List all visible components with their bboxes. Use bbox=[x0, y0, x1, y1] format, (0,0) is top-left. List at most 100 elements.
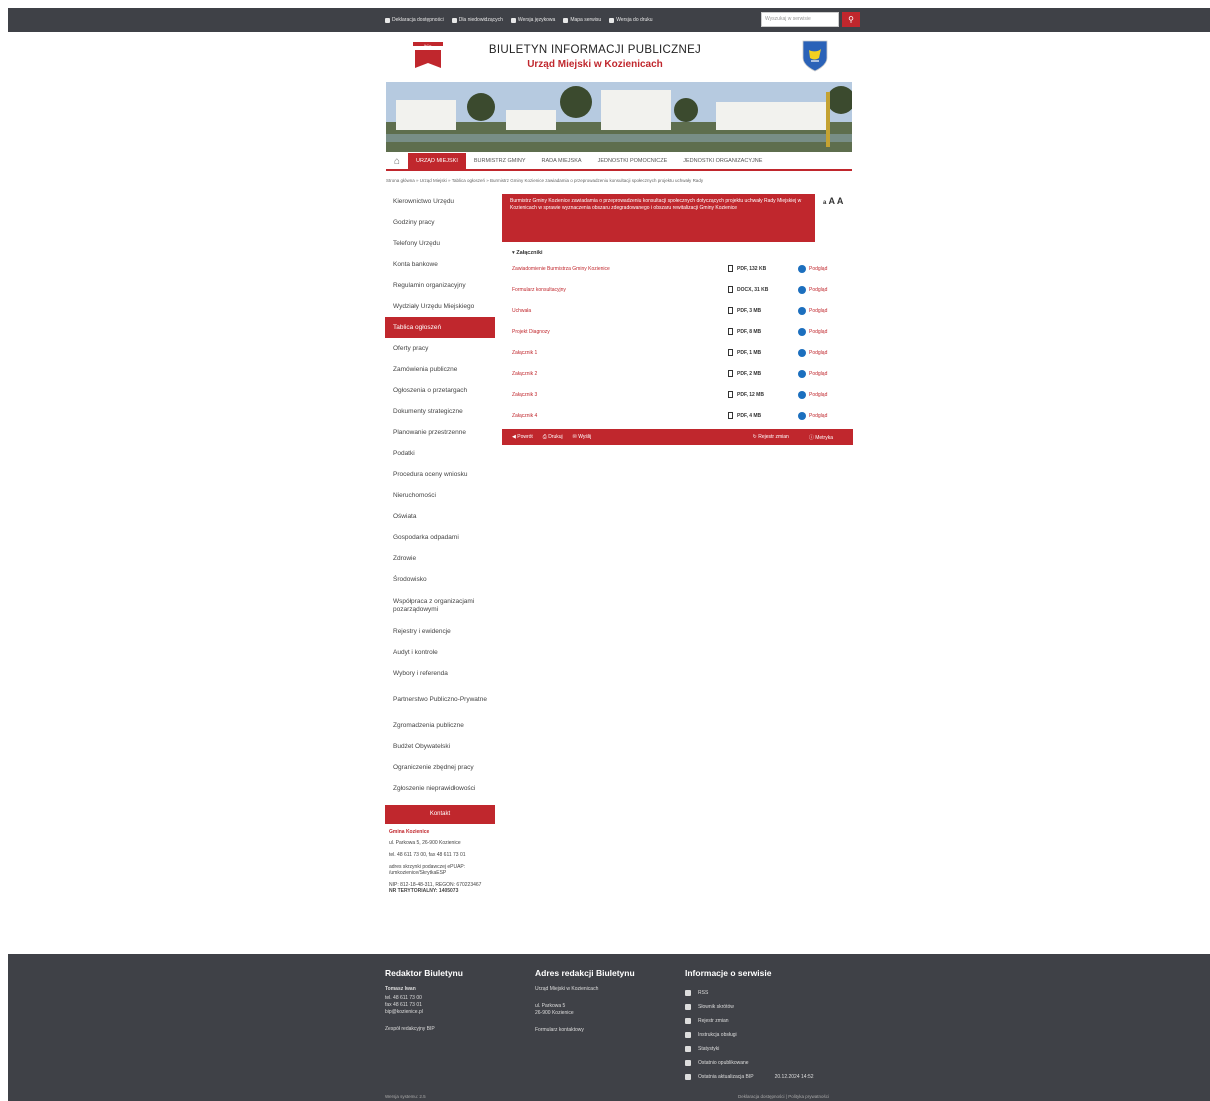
nav-item-rada-miejska[interactable]: RADA MIEJSKA bbox=[534, 153, 590, 170]
attachment-link[interactable]: Załącznik 4 bbox=[512, 413, 728, 419]
sidebar-item[interactable]: Podatki bbox=[385, 443, 495, 464]
page-title: BIULETYN INFORMACJI PUBLICZNEJ bbox=[488, 44, 702, 56]
nav-item-jednostki-organizacyjne[interactable]: JEDNOSTKI ORGANIZACYJNE bbox=[675, 153, 770, 170]
footer-contact-form-link[interactable]: Formularz kontaktowy bbox=[535, 1027, 675, 1034]
attachment-link[interactable]: Zawiadomienie Burmistrza Gminy Kozienice bbox=[512, 266, 728, 272]
attachment-size: PDF, 4 MB bbox=[728, 412, 798, 419]
sidebar-item[interactable]: Oferty pracy bbox=[385, 338, 495, 359]
sidebar-menu: Kierownictwo Urzędu Godziny pracy Telefony… bbox=[385, 191, 495, 905]
sidebar-item[interactable]: Zgromadzenia publiczne bbox=[385, 715, 495, 736]
attachment-preview-link[interactable]: Podgląd bbox=[798, 411, 827, 420]
footer-editor-email[interactable]: bip@kozienice.pl bbox=[385, 1009, 525, 1016]
sidebar-item[interactable]: Dokumenty strategiczne bbox=[385, 401, 495, 422]
sidebar-item[interactable]: Zgłoszenie nieprawidłowości bbox=[385, 778, 495, 799]
font-size-small[interactable]: a bbox=[823, 200, 826, 206]
attachment-preview-link[interactable]: Podgląd bbox=[798, 264, 827, 273]
palace-illustration bbox=[386, 82, 852, 152]
font-size-controls: a A A bbox=[823, 196, 843, 206]
sidebar-item[interactable]: Wybory i referenda bbox=[385, 663, 495, 684]
file-icon bbox=[728, 265, 733, 272]
sitemap-icon bbox=[563, 17, 569, 23]
sidebar-item[interactable]: Zdrowie bbox=[385, 548, 495, 569]
back-button[interactable]: ◀ Powrót bbox=[512, 434, 533, 440]
sidebar-item[interactable]: Tablica ogłoszeń bbox=[385, 317, 495, 338]
footer-service-item[interactable]: Instrukcja obsługi bbox=[685, 1028, 865, 1042]
toplink-accessibility-declaration[interactable]: Deklaracja dostępności bbox=[385, 17, 444, 23]
toplink-language[interactable]: Wersja językowa bbox=[510, 17, 555, 23]
attachments-title: Załączniki bbox=[516, 250, 543, 256]
attachment-link[interactable]: Projekt Diagnozy bbox=[512, 329, 728, 335]
footer-service-item[interactable]: Rejestr zmian bbox=[685, 1014, 865, 1028]
attachment-link[interactable]: Załącznik 3 bbox=[512, 392, 728, 398]
sidebar-item[interactable]: Partnerstwo Publiczno-Prywatne bbox=[385, 684, 495, 715]
attachment-row: Projekt Diagnozy PDF, 8 MB Podgląd bbox=[512, 321, 842, 342]
footer-service-item[interactable]: Statystyki bbox=[685, 1042, 865, 1056]
search-input[interactable]: Wyszukaj w serwisie bbox=[761, 12, 839, 27]
footer-bottom-links[interactable]: Deklaracja dostępności | Polityka prywat… bbox=[738, 1094, 829, 1099]
nav-item-urzad-miejski[interactable]: URZĄD MIEJSKI bbox=[408, 153, 466, 170]
metrics-button[interactable]: ⓘ Metryka bbox=[809, 434, 833, 441]
toplink-print[interactable]: Wersja do druku bbox=[609, 17, 653, 23]
attachment-row: Uchwała PDF, 3 MB Podgląd bbox=[512, 300, 842, 321]
attachment-link[interactable]: Załącznik 2 bbox=[512, 371, 728, 377]
bip-logo[interactable]: bip bbox=[413, 42, 443, 72]
contact-button[interactable]: Kontakt bbox=[385, 805, 495, 824]
search-button[interactable]: ⚲ bbox=[842, 12, 860, 27]
contact-line: tel. 48 611 73 00, fax 48 611 73 01 bbox=[389, 852, 466, 858]
attachment-preview-link[interactable]: Podgląd bbox=[798, 348, 827, 357]
footer-version: Wersja systemu: 2.5 bbox=[385, 1094, 426, 1099]
sidebar-item[interactable]: Kierownictwo Urzędu bbox=[385, 191, 495, 212]
sidebar-item[interactable]: Rejestry i ewidencje bbox=[385, 621, 495, 642]
print-button[interactable]: ⎙ Drukuj bbox=[543, 434, 563, 440]
attachment-preview-link[interactable]: Podgląd bbox=[798, 306, 827, 315]
font-size-large[interactable]: A bbox=[837, 196, 844, 206]
attachment-link[interactable]: Uchwała bbox=[512, 308, 728, 314]
sidebar-item[interactable]: Zamówienia publiczne bbox=[385, 359, 495, 380]
footer-service-item[interactable]: Ostatnia aktualizacja BIP 20.12.2024 14:5… bbox=[685, 1070, 865, 1084]
header-banner-photo bbox=[386, 82, 852, 152]
page-subtitle: Urząd Miejski w Kozienicach bbox=[527, 59, 663, 70]
send-button[interactable]: ✉ Wyślij bbox=[573, 434, 592, 440]
history-button[interactable]: ↻ Rejestr zmian bbox=[753, 434, 789, 441]
sidebar-item[interactable]: Gospodarka odpadami bbox=[385, 527, 495, 548]
footer-editor-line: tel. 48 611 73 00 bbox=[385, 995, 422, 1001]
sidebar-item[interactable]: Nieruchomości bbox=[385, 485, 495, 506]
footer-service-item[interactable]: Słownik skrótów bbox=[685, 1000, 865, 1014]
attachment-link[interactable]: Formularz konsultacyjny bbox=[512, 287, 728, 293]
sidebar-item[interactable]: Środowisko bbox=[385, 569, 495, 590]
sidebar-item[interactable]: Wydziały Urzędu Miejskiego bbox=[385, 296, 495, 317]
file-icon bbox=[728, 370, 733, 377]
attachment-link[interactable]: Załącznik 1 bbox=[512, 350, 728, 356]
sidebar-item[interactable]: Ograniczenie zbędnej pracy bbox=[385, 757, 495, 778]
sidebar-item[interactable]: Konta bankowe bbox=[385, 254, 495, 275]
attachment-preview-link[interactable]: Podgląd bbox=[798, 369, 827, 378]
attachment-preview-link[interactable]: Podgląd bbox=[798, 285, 827, 294]
sidebar-item[interactable]: Współpraca z organizacjami pozarządowymi bbox=[385, 590, 495, 621]
clock-icon bbox=[685, 1074, 691, 1080]
sidebar-item[interactable]: Audyt i kontrole bbox=[385, 642, 495, 663]
attachment-preview-link[interactable]: Podgląd bbox=[798, 390, 827, 399]
history-icon bbox=[685, 1018, 691, 1024]
toplink-sitemap[interactable]: Mapa serwisu bbox=[563, 17, 601, 23]
doc-icon bbox=[685, 1060, 691, 1066]
footer-editor-link[interactable]: Zespół redakcyjny BIP bbox=[385, 1026, 525, 1033]
sidebar-item[interactable]: Oświata bbox=[385, 506, 495, 527]
nav-item-jednostki-pomocnicze[interactable]: JEDNOSTKI POMOCNICZE bbox=[590, 153, 676, 170]
attachment-preview-link[interactable]: Podgląd bbox=[798, 327, 827, 336]
sidebar-item[interactable]: Godziny pracy bbox=[385, 212, 495, 233]
sidebar-item[interactable]: Procedura oceny wniosku bbox=[385, 464, 495, 485]
home-icon[interactable]: ⌂ bbox=[386, 153, 408, 170]
footer-service-item[interactable]: RSS bbox=[685, 986, 865, 1000]
sidebar-item[interactable]: Ogłoszenia o przetargach bbox=[385, 380, 495, 401]
sidebar-item[interactable]: Regulamin organizacyjny bbox=[385, 275, 495, 296]
footer-service-title: Informacje o serwisie bbox=[685, 968, 772, 978]
nav-item-burmistrz-gminy[interactable]: BURMISTRZ GMINY bbox=[466, 153, 534, 170]
sidebar-item[interactable]: Planowanie przestrzenne bbox=[385, 422, 495, 443]
font-size-medium[interactable]: A bbox=[829, 196, 835, 206]
sidebar-item[interactable]: Budżet Obywatelski bbox=[385, 736, 495, 757]
breadcrumb[interactable]: Strona główna » Urząd Miejski » Tablica … bbox=[386, 178, 852, 183]
accessibility-icon bbox=[451, 17, 457, 23]
footer-service-item[interactable]: Ostatnio opublikowane bbox=[685, 1056, 865, 1070]
toplink-low-vision[interactable]: Dla niedowidzących bbox=[451, 17, 503, 23]
sidebar-item[interactable]: Telefony Urzędu bbox=[385, 233, 495, 254]
